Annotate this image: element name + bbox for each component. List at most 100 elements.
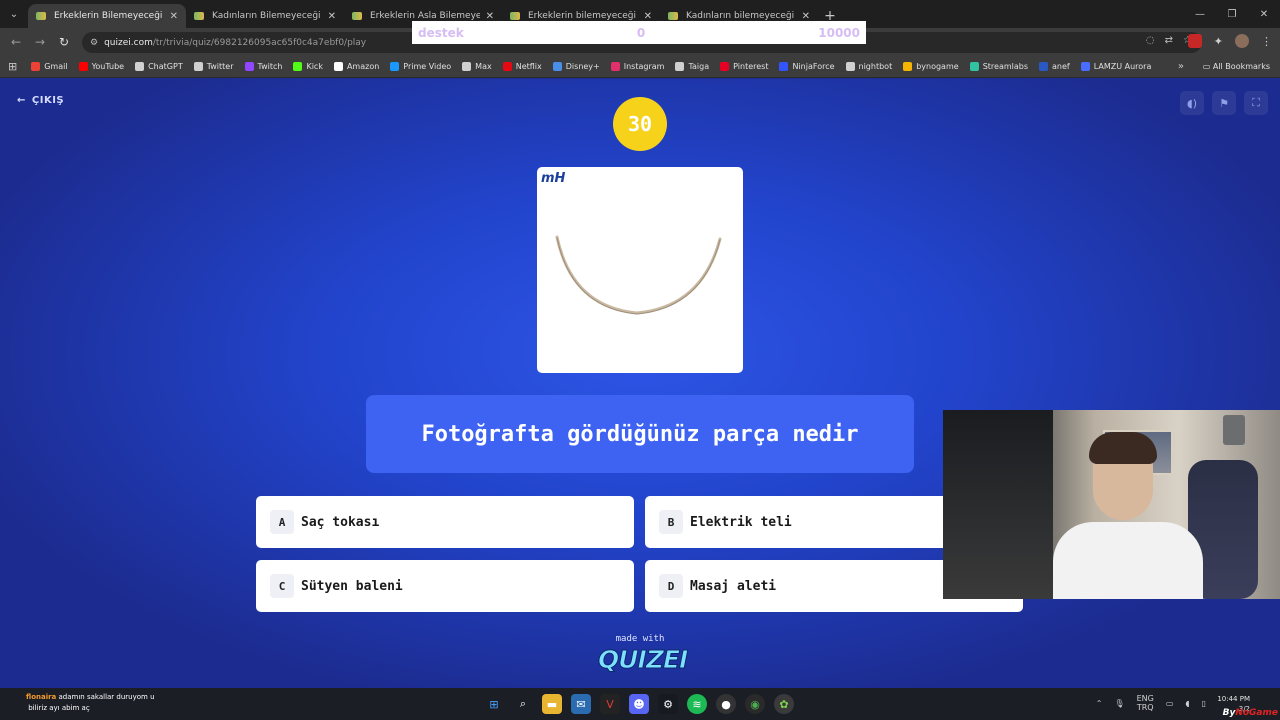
close-icon[interactable]: ✕: [802, 11, 810, 22]
answer-option-c[interactable]: C Sütyen baleni: [256, 560, 634, 612]
tab-search-icon[interactable]: ⌄: [0, 0, 28, 28]
search-icon[interactable]: ⌕: [513, 694, 533, 714]
apps-grid-icon[interactable]: ⊞: [8, 60, 17, 73]
windows-start-icon[interactable]: ⊞: [484, 694, 504, 714]
obs-icon[interactable]: ●: [716, 694, 736, 714]
bookmark-item[interactable]: Taiga: [675, 62, 709, 71]
bookmark-label: Pinterest: [733, 62, 769, 71]
valorant-icon[interactable]: V: [600, 694, 620, 714]
bookmark-item[interactable]: ChatGPT: [135, 62, 183, 71]
bookmark-favicon-icon: [502, 62, 512, 71]
exit-button[interactable]: ← ÇIKIŞ: [17, 95, 64, 106]
watermark-name: NoGame: [1235, 708, 1278, 718]
language-indicator[interactable]: ENG TRQ: [1137, 694, 1154, 712]
bookmarks-bar: ⊞ Gmail YouTube ChatGPT Twitter Twitch Kick Am…: [0, 56, 1280, 78]
webcam-person-body: [1053, 522, 1203, 599]
bookmark-item[interactable]: Gmail: [31, 62, 68, 71]
bookmark-item[interactable]: Max: [462, 62, 492, 71]
bookmark-label: NinjaForce: [792, 62, 835, 71]
webcam-background: [943, 410, 1053, 599]
bookmark-item[interactable]: Kick: [293, 62, 323, 71]
bookmark-item[interactable]: Netflix: [502, 62, 542, 71]
discord-icon[interactable]: ☻: [629, 694, 649, 714]
answer-letter: B: [659, 510, 683, 534]
bookmark-item[interactable]: Pinterest: [720, 62, 768, 71]
network-icon[interactable]: ▭: [1166, 699, 1174, 708]
window-controls: — ❐ ✕: [1184, 0, 1280, 28]
close-window-icon[interactable]: ✕: [1248, 9, 1280, 20]
back-icon[interactable]: ←: [4, 35, 28, 49]
chevron-up-icon[interactable]: ⌃: [1096, 699, 1103, 708]
chrome-icon[interactable]: ◉: [745, 694, 765, 714]
bookmark-favicon-icon: [552, 62, 562, 71]
bookmark-item[interactable]: bynogame: [903, 62, 959, 71]
tab-1[interactable]: Erkeklerin Bilemeyeceği Şeyler - ✕: [28, 4, 186, 28]
reload-icon[interactable]: ↻: [52, 35, 76, 49]
bookmark-favicon-icon: [1080, 62, 1090, 71]
question-image: mH: [537, 167, 743, 373]
file-explorer-icon[interactable]: ▬: [542, 694, 562, 714]
webcam-feed: [943, 410, 1280, 599]
fullscreen-icon[interactable]: ⛶: [1244, 91, 1268, 115]
quiz-favicon-icon: [510, 12, 520, 20]
bookmark-label: YouTube: [91, 62, 125, 71]
bookmark-favicon-icon: [390, 62, 400, 71]
close-icon[interactable]: ✕: [486, 11, 494, 22]
close-icon[interactable]: ✕: [170, 11, 178, 22]
bookmarks-overflow-icon[interactable]: »: [1178, 61, 1184, 72]
tab-title: Kadınların Bilemeyeceği Şeyler: [212, 11, 322, 21]
bookmark-item[interactable]: YouTube: [78, 62, 125, 71]
answer-option-a[interactable]: A Saç tokası: [256, 496, 634, 548]
quiz-favicon-icon: [36, 12, 46, 20]
battery-icon[interactable]: ▯: [1202, 699, 1206, 708]
stream-chat: flonaira adamın sakallar duruyom u bilir…: [26, 692, 155, 714]
close-icon[interactable]: ✕: [328, 11, 336, 22]
bookmark-favicon-icon: [135, 62, 145, 71]
answer-text: Elektrik teli: [690, 514, 792, 530]
quizei-logo[interactable]: QUIZEI: [598, 645, 689, 675]
exit-label: ÇIKIŞ: [31, 95, 65, 106]
bookmark-favicon-icon: [193, 62, 203, 71]
profile-avatar[interactable]: [1235, 34, 1249, 48]
bookmark-label: Disney+: [565, 62, 600, 71]
bookmark-label: LAMZU Aurora: [1093, 62, 1152, 71]
bookmark-label: Gmail: [44, 62, 68, 71]
bookmark-item[interactable]: Amazon: [333, 62, 379, 71]
translate-icon[interactable]: ⇄: [1165, 35, 1173, 46]
bookmark-label: Twitch: [257, 62, 283, 71]
sound-icon[interactable]: ◖): [1180, 91, 1204, 115]
bookmark-item[interactable]: Instagram: [610, 62, 664, 71]
bookmark-item[interactable]: Twitter: [193, 62, 234, 71]
maximize-icon[interactable]: ❐: [1216, 9, 1248, 20]
spotify-icon[interactable]: ≋: [687, 694, 707, 714]
kebab-menu-icon[interactable]: ⋮: [1261, 35, 1272, 48]
bookmark-item[interactable]: Prime Video: [390, 62, 451, 71]
site-info-icon[interactable]: ⚙: [90, 38, 98, 48]
app-icon[interactable]: ✿: [774, 694, 794, 714]
volume-icon[interactable]: ◖: [1185, 699, 1189, 708]
eye-off-icon[interactable]: ◌: [1146, 35, 1155, 46]
countdown-timer: 30: [613, 97, 667, 151]
donation-goal: 10000: [818, 25, 860, 40]
bookmark-label: Twitter: [206, 62, 234, 71]
outlook-icon[interactable]: ✉: [571, 694, 591, 714]
extension-icon[interactable]: [1187, 34, 1202, 48]
bookmark-item[interactable]: Disney+: [552, 62, 600, 71]
bookmark-item[interactable]: nightbot: [845, 62, 892, 71]
tab-2[interactable]: Kadınların Bilemeyeceği Şeyler ✕: [186, 4, 344, 28]
steam-icon[interactable]: ⚙: [658, 694, 678, 714]
bookmark-favicon-icon: [675, 62, 685, 71]
close-icon[interactable]: ✕: [644, 11, 652, 22]
minimize-icon[interactable]: —: [1184, 9, 1216, 20]
bookmark-item[interactable]: Twitch: [244, 62, 283, 71]
extensions-puzzle-icon[interactable]: ✦: [1214, 35, 1223, 48]
bookmark-item[interactable]: LAMZU Aurora: [1080, 62, 1152, 71]
bookmark-item[interactable]: anef: [1039, 62, 1070, 71]
bookmark-item[interactable]: NinjaForce: [779, 62, 835, 71]
microphone-icon[interactable]: 🎙: [1114, 699, 1124, 708]
bookmark-favicon-icon: [293, 62, 303, 71]
flag-icon[interactable]: ⚑: [1212, 91, 1236, 115]
all-bookmarks-button[interactable]: ▭ All Bookmarks: [1203, 62, 1270, 71]
forward-icon[interactable]: →: [28, 35, 52, 49]
bookmark-item[interactable]: Streamlabs: [969, 62, 1028, 71]
